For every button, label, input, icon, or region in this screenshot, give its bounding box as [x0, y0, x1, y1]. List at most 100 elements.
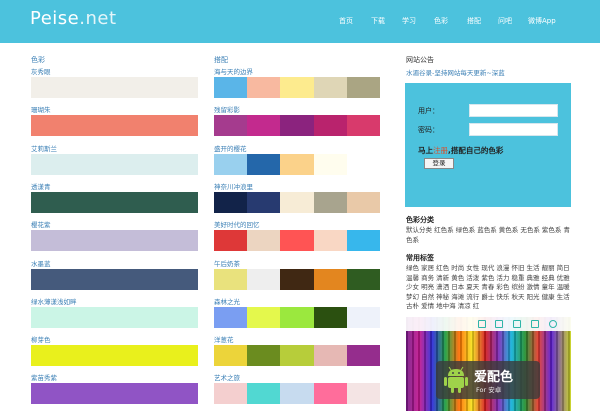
app-promo-banner[interactable]: 爱配色 For 安卓 — [406, 317, 571, 411]
expand-icon[interactable] — [513, 320, 521, 328]
scheme-name-link[interactable]: 洋葱花 — [214, 334, 234, 344]
palette-color-cell[interactable] — [346, 191, 381, 213]
scheme-name-link[interactable]: 盛开的樱花 — [214, 143, 247, 153]
register-link[interactable]: 注册 — [433, 146, 448, 155]
palette-color-cell[interactable] — [214, 77, 248, 98]
login-button[interactable]: 登录 — [424, 158, 454, 169]
color-swatch[interactable] — [31, 268, 198, 290]
palette-color-cell[interactable] — [313, 191, 347, 213]
color-swatch[interactable] — [31, 383, 198, 405]
palette-color-cell[interactable] — [313, 230, 347, 252]
announcement-link[interactable]: 水湄谷录-坚持网站每天更新~深蓝 — [406, 67, 505, 77]
palette-color-cell[interactable] — [247, 383, 281, 405]
scheme-name-link[interactable]: 神奈川冲浪里 — [214, 181, 253, 191]
palette-color-cell[interactable] — [313, 383, 347, 405]
palette-color-cell[interactable] — [346, 77, 381, 98]
palette-color-cell[interactable] — [280, 383, 314, 405]
scheme-palette[interactable] — [214, 383, 381, 405]
color-name-link[interactable]: 绿水薄漾浅如畔 — [31, 296, 77, 306]
palette-color-cell[interactable] — [346, 383, 381, 405]
palette-color-cell[interactable] — [214, 115, 248, 137]
scheme-palette[interactable] — [214, 153, 381, 175]
color-name-link[interactable]: 珊瑚朱 — [31, 104, 51, 114]
username-input[interactable] — [469, 104, 558, 117]
palette-color-cell[interactable] — [313, 306, 347, 328]
app-badge[interactable]: 爱配色 For 安卓 — [436, 361, 540, 399]
scheme-palette[interactable] — [214, 191, 381, 213]
nav-learn[interactable]: 学习 — [402, 16, 416, 26]
scheme-palette[interactable] — [214, 77, 381, 98]
palette-color-cell[interactable] — [214, 230, 248, 252]
nav-home[interactable]: 首页 — [339, 16, 353, 26]
scheme-palette[interactable] — [214, 345, 381, 367]
scheme-palette[interactable] — [214, 230, 381, 252]
share-icon[interactable] — [531, 320, 539, 328]
palette-color-cell[interactable] — [247, 77, 281, 98]
palette-color-cell[interactable] — [247, 345, 281, 367]
palette-color-cell[interactable] — [346, 153, 381, 175]
palette-color-cell[interactable] — [247, 306, 281, 328]
palette-color-cell[interactable] — [280, 345, 314, 367]
palette-color-cell[interactable] — [214, 268, 248, 290]
nav-colors[interactable]: 色彩 — [434, 16, 448, 26]
color-swatch[interactable] — [31, 115, 198, 137]
palette-color-cell[interactable] — [214, 306, 248, 328]
palette-color-cell[interactable] — [214, 153, 248, 175]
tags-list[interactable]: 绿色 家居 红色 时尚 女性 现代 浪漫 怀旧 生活 靓丽 简日 温馨 商务 清… — [406, 264, 571, 312]
scheme-palette[interactable] — [214, 306, 381, 328]
color-swatch[interactable] — [31, 306, 198, 328]
save-icon[interactable] — [478, 320, 486, 328]
palette-color-cell[interactable] — [247, 115, 281, 137]
palette-color-cell[interactable] — [346, 345, 381, 367]
palette-color-cell[interactable] — [214, 383, 248, 405]
color-name-link[interactable]: 水墨蓝 — [31, 258, 51, 268]
nav-ask[interactable]: 问吧 — [498, 16, 512, 26]
color-name-link[interactable]: 灰秀眼 — [31, 66, 51, 76]
color-swatch[interactable] — [31, 191, 198, 213]
color-name-link[interactable]: 樱花紫 — [31, 219, 51, 229]
scheme-name-link[interactable]: 午后奶茶 — [214, 258, 240, 268]
color-name-link[interactable]: 紫苗秀紫 — [31, 372, 57, 382]
site-logo[interactable]: Peise.net — [30, 8, 117, 29]
palette-color-cell[interactable] — [247, 153, 281, 175]
color-name-link[interactable]: 透漾青 — [31, 181, 51, 191]
palette-color-cell[interactable] — [280, 153, 314, 175]
scheme-name-link[interactable]: 森林之光 — [214, 296, 240, 306]
palette-color-cell[interactable] — [280, 306, 314, 328]
palette-color-cell[interactable] — [346, 268, 381, 290]
color-swatch[interactable] — [31, 345, 198, 367]
palette-color-cell[interactable] — [313, 268, 347, 290]
color-name-link[interactable]: 柳芽色 — [31, 334, 51, 344]
palette-color-cell[interactable] — [280, 268, 314, 290]
palette-color-cell[interactable] — [280, 191, 314, 213]
palette-color-cell[interactable] — [313, 345, 347, 367]
scheme-name-link[interactable]: 海与天的边界 — [214, 66, 253, 76]
palette-color-cell[interactable] — [313, 153, 347, 175]
palette-color-cell[interactable] — [280, 230, 314, 252]
palette-color-cell[interactable] — [346, 230, 381, 252]
palette-color-cell[interactable] — [346, 115, 381, 137]
scheme-name-link[interactable]: 美好时代的回忆 — [214, 219, 260, 229]
palette-color-cell[interactable] — [247, 230, 281, 252]
palette-color-cell[interactable] — [214, 345, 248, 367]
scheme-name-link[interactable]: 艺术之旅 — [214, 372, 240, 382]
nav-weibo-app[interactable]: 微博App — [528, 16, 556, 26]
color-swatch[interactable] — [31, 230, 198, 252]
color-swatch[interactable] — [31, 153, 198, 175]
scan-icon[interactable] — [495, 320, 503, 328]
palette-color-cell[interactable] — [214, 191, 248, 213]
scheme-palette[interactable] — [214, 115, 381, 137]
settings-icon[interactable] — [549, 320, 557, 328]
palette-color-cell[interactable] — [247, 191, 281, 213]
palette-color-cell[interactable] — [280, 115, 314, 137]
palette-color-cell[interactable] — [313, 77, 347, 98]
palette-color-cell[interactable] — [346, 306, 381, 328]
nav-download[interactable]: 下载 — [371, 16, 385, 26]
categories-list[interactable]: 默认分类 红色系 绿色系 蓝色系 黄色系 无色系 紫色系 青色系 — [406, 226, 571, 245]
scheme-palette[interactable] — [214, 268, 381, 290]
color-swatch[interactable] — [31, 77, 198, 98]
palette-color-cell[interactable] — [247, 268, 281, 290]
nav-schemes[interactable]: 搭配 — [467, 16, 481, 26]
password-input[interactable] — [469, 123, 558, 136]
palette-color-cell[interactable] — [280, 77, 314, 98]
